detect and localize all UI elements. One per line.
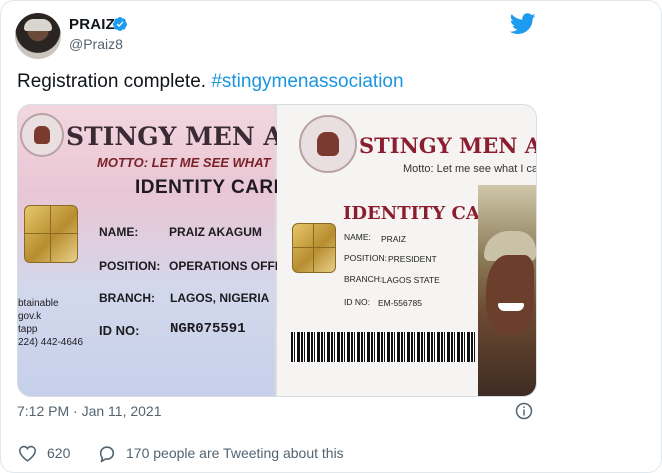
card-motto: MOTTO: LET ME SEE WHAT (97, 155, 271, 170)
media-grid: STINGY MEN ASS MOTTO: LET ME SEE WHAT ID… (17, 104, 537, 397)
tweet-card: PRAIZ @Praiz8 Registration complete. #st… (0, 0, 662, 473)
info-icon[interactable] (515, 402, 533, 420)
side-text: tapp (18, 324, 38, 335)
side-text: gov.k (18, 311, 42, 322)
sim-chip-icon (24, 205, 78, 263)
tweet-timestamp[interactable]: 7:12 PM · Jan 11, 2021 (17, 403, 162, 419)
field-value: LAGOS STATE (382, 275, 440, 285)
field-label: POSITION: (99, 259, 161, 273)
display-name[interactable]: PRAIZ (69, 16, 115, 33)
field-label: ID NO: (99, 323, 140, 338)
field-value: PRAIZ AKAGUM (169, 225, 262, 239)
side-text: btainable (18, 298, 59, 309)
id-number: NGR075591 (170, 321, 246, 337)
media-photo-right[interactable]: STINGY MEN ASSOC Motto: Let me see what … (277, 105, 536, 396)
field-label: ID NO: (344, 297, 370, 307)
heart-icon[interactable] (18, 445, 37, 462)
sim-chip-icon (292, 223, 336, 273)
association-seal-icon (20, 113, 64, 157)
association-seal-icon (299, 115, 357, 173)
hashtag-link[interactable]: #stingymenassociation (211, 71, 403, 92)
tweet-body: Registration complete. (17, 71, 207, 92)
field-value: EM-556785 (378, 298, 422, 308)
like-count[interactable]: 620 (47, 445, 70, 461)
twitter-bird-icon[interactable] (510, 13, 536, 35)
field-value: PRESIDENT (388, 254, 437, 264)
side-text: 224) 442-4646 (18, 337, 84, 348)
card-motto: Motto: Let me see what I ca (403, 163, 537, 175)
tweet-text: Registration complete. #stingymenassocia… (17, 71, 404, 93)
field-value: LAGOS, NIGERIA (170, 291, 270, 305)
user-handle[interactable]: @Praiz8 (69, 36, 123, 52)
field-label: NAME: (344, 232, 371, 242)
card-title: STINGY MEN ASSOC (359, 133, 536, 158)
field-value: PRAIZ (381, 234, 407, 244)
tweeting-about-link[interactable]: 170 people are Tweeting about this (126, 445, 344, 461)
portrait-photo (478, 185, 536, 396)
field-label: POSITION: (344, 253, 387, 263)
field-label: NAME: (99, 225, 139, 239)
field-label: BRANCH: (99, 291, 155, 305)
media-photo-left[interactable]: STINGY MEN ASS MOTTO: LET ME SEE WHAT ID… (18, 105, 318, 396)
avatar[interactable] (15, 13, 61, 59)
card-heading: IDENTITY CARD (135, 177, 288, 198)
barcode (291, 332, 475, 362)
speech-bubble-icon[interactable] (97, 444, 117, 463)
verified-badge-icon (112, 17, 127, 31)
field-label: BRANCH: (344, 274, 383, 284)
